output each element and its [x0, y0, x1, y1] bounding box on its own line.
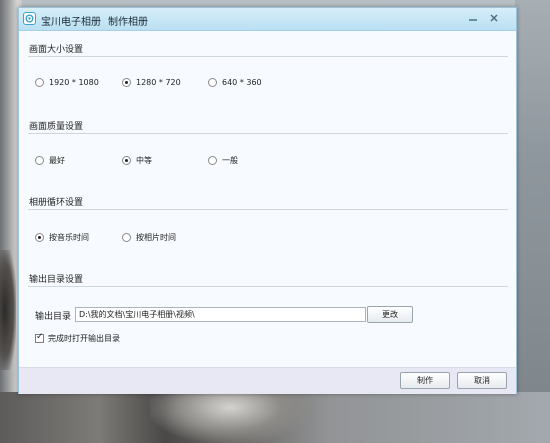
open-after-checkbox-row[interactable]: 完成时打开输出目录: [35, 332, 120, 344]
radio-quality-normal[interactable]: 一般: [208, 155, 238, 166]
title-bar[interactable]: 宝川电子相册 制作相册: [19, 8, 516, 31]
open-after-label: 完成时打开输出目录: [48, 334, 120, 343]
radio-button[interactable]: [208, 156, 217, 165]
radio-label: 1280 * 720: [136, 78, 181, 87]
background-photo-fur: [150, 392, 310, 443]
close-icon[interactable]: [487, 11, 501, 25]
radio-label: 640 * 360: [222, 78, 262, 87]
radio-button[interactable]: [122, 78, 131, 87]
create-button[interactable]: 制作: [400, 372, 450, 389]
output-dir-label: 输出目录: [35, 312, 72, 322]
app-logo-icon: [23, 12, 36, 25]
radio-quality-best[interactable]: 最好: [35, 155, 65, 166]
radio-label: 一般: [222, 156, 238, 165]
radio-button[interactable]: [122, 233, 131, 242]
radio-label: 1920 * 1080: [49, 78, 99, 87]
loop-divider: [28, 209, 508, 210]
radio-button[interactable]: [208, 78, 217, 87]
resolution-section-title: 画面大小设置: [29, 45, 84, 55]
radio-resolution-640[interactable]: 640 * 360: [208, 78, 262, 87]
radio-loop-music[interactable]: 按音乐时间: [35, 232, 89, 243]
change-dir-button[interactable]: 更改: [367, 306, 413, 323]
radio-quality-medium[interactable]: 中等: [122, 155, 152, 166]
radio-button[interactable]: [122, 156, 131, 165]
make-album-dialog: 宝川电子相册 制作相册 画面大小设置 1920 * 1080 1280 * 720…: [18, 7, 517, 394]
resolution-divider: [28, 56, 508, 57]
radio-label: 按音乐时间: [49, 233, 89, 242]
background-photo-shadow: [0, 250, 16, 370]
radio-button[interactable]: [35, 156, 44, 165]
radio-label: 中等: [136, 156, 152, 165]
radio-resolution-1920[interactable]: 1920 * 1080: [35, 78, 99, 87]
cancel-button[interactable]: 取消: [457, 372, 507, 389]
background-photo-right: [515, 0, 550, 443]
open-after-checkbox[interactable]: [35, 332, 44, 343]
radio-loop-photo[interactable]: 按相片时间: [122, 232, 176, 243]
radio-button[interactable]: [35, 233, 44, 242]
radio-label: 按相片时间: [136, 233, 176, 242]
output-dir-input[interactable]: [75, 307, 366, 322]
window-title: 宝川电子相册 制作相册: [41, 13, 148, 28]
radio-resolution-1280[interactable]: 1280 * 720: [122, 78, 181, 87]
radio-button[interactable]: [35, 78, 44, 87]
radio-label: 最好: [49, 156, 65, 165]
dialog-title: 制作相册: [108, 17, 148, 28]
output-divider: [28, 286, 508, 287]
app-name: 宝川电子相册: [41, 17, 101, 28]
quality-section-title: 画面质量设置: [29, 122, 84, 132]
loop-section-title: 相册循环设置: [29, 198, 84, 208]
output-section-title: 输出目录设置: [29, 275, 84, 285]
minimize-icon[interactable]: [466, 11, 480, 25]
quality-divider: [28, 133, 508, 134]
